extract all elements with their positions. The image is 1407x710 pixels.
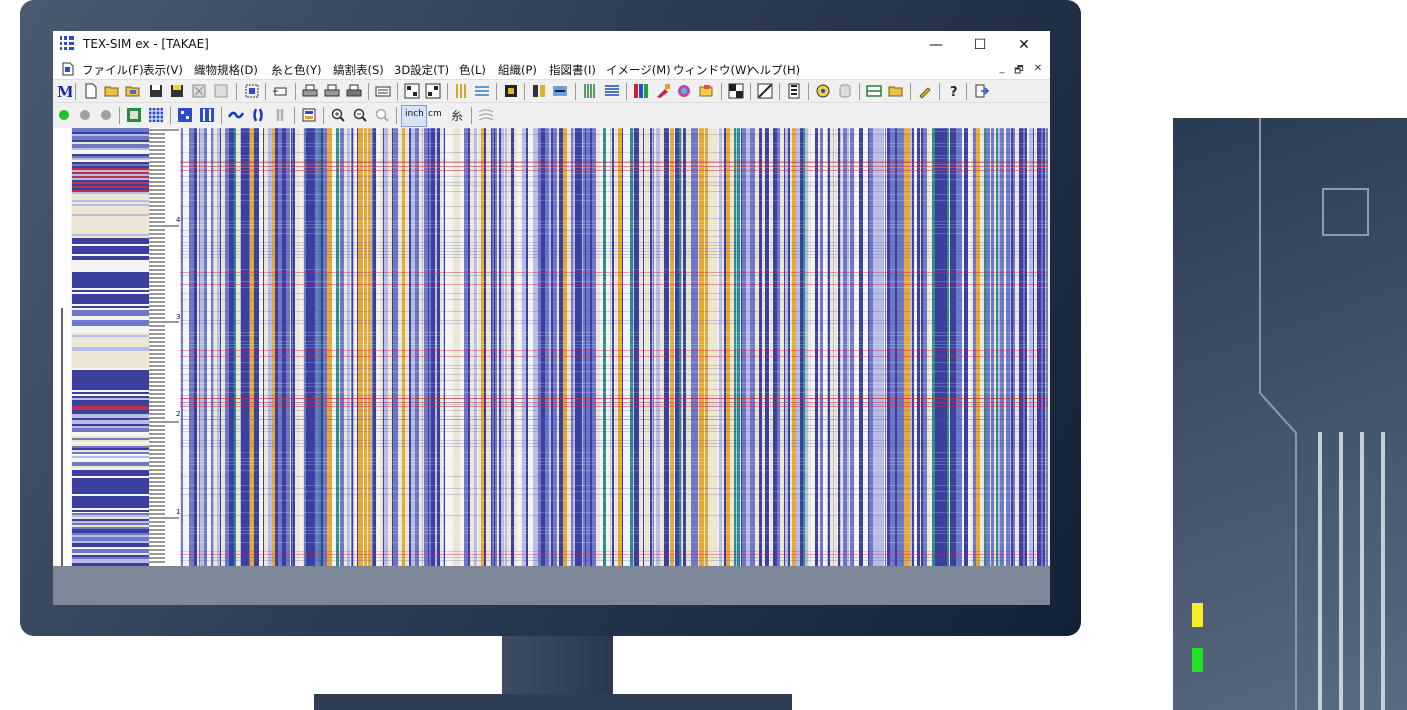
app-window: TEX-SIM ex - [TAKAE] — ☐ ✕ ファイル(F) 表示(V)…: [53, 31, 1050, 566]
maximize-button[interactable]: ☐: [958, 31, 1002, 58]
menu-help[interactable]: ヘルプ(H): [748, 62, 800, 78]
warp-stripes-icon[interactable]: [454, 83, 470, 99]
menu-stripe-table[interactable]: 縞割表(S): [333, 62, 384, 78]
stripe-pattern-icon[interactable]: [199, 107, 215, 123]
monitor-stand-base: [314, 694, 792, 710]
tower-decoration: [1259, 118, 1385, 710]
yarn-unit-button[interactable]: 糸: [451, 107, 463, 124]
render-3d-icon[interactable]: [815, 83, 831, 99]
weft-stripes-icon[interactable]: [474, 83, 490, 99]
weave-grid-icon[interactable]: [404, 83, 420, 99]
image-view-icon[interactable]: [126, 107, 142, 123]
inch-unit-label: inch: [405, 109, 424, 119]
green-status-icon[interactable]: [56, 107, 72, 123]
fabric-simulation-canvas[interactable]: [180, 128, 1048, 566]
menu-view[interactable]: 表示(V): [143, 62, 183, 78]
window-title: TEX-SIM ex - [TAKAE]: [83, 37, 209, 51]
print-setup-icon[interactable]: [346, 83, 362, 99]
help-icon[interactable]: ?: [946, 83, 962, 99]
gray-status-icon[interactable]: [77, 107, 93, 123]
close-button[interactable]: ✕: [1002, 31, 1046, 58]
pattern-icon[interactable]: [503, 83, 519, 99]
minimize-button[interactable]: —: [914, 31, 958, 58]
keyboard-icon[interactable]: [375, 83, 391, 99]
menu-3d-settings[interactable]: 3D設定(T): [394, 62, 449, 78]
color-replace-icon[interactable]: [676, 83, 692, 99]
grid-pattern-icon[interactable]: [177, 107, 193, 123]
power-led-green: [1192, 648, 1203, 672]
capture-icon[interactable]: [244, 83, 260, 99]
pencil-icon[interactable]: [917, 83, 933, 99]
main-toolbar: M ?: [53, 79, 1050, 103]
monitor-stand-neck: [502, 636, 613, 696]
close-file-icon[interactable]: [191, 83, 207, 99]
print-icon[interactable]: [302, 83, 318, 99]
checker-icon[interactable]: [728, 83, 744, 99]
braces-icon[interactable]: [250, 107, 266, 123]
cm-unit-button[interactable]: cm: [428, 109, 442, 119]
color-chart-icon[interactable]: [633, 83, 649, 99]
weave-grid-alt-icon[interactable]: [425, 83, 441, 99]
sample-icon[interactable]: [301, 107, 317, 123]
menu-window[interactable]: ウィンドウ(W): [673, 62, 751, 78]
view-toolbar: inch cm 糸: [53, 102, 1050, 129]
menu-bar: ファイル(F) 表示(V) 織物規格(D) 糸と色(Y) 縞割表(S) 3D設定…: [53, 59, 1050, 79]
satin-icon[interactable]: [786, 83, 802, 99]
open-folder-icon[interactable]: [104, 83, 120, 99]
weft-stripe-preview: [72, 128, 149, 566]
menu-color[interactable]: 色(L): [459, 62, 486, 78]
menu-instructions[interactable]: 指図書(I): [549, 62, 596, 78]
power-led-yellow: [1192, 603, 1203, 627]
document-icon[interactable]: [62, 62, 74, 76]
tex-sim-app-icon: [60, 36, 74, 50]
color-swap-icon[interactable]: [552, 83, 568, 99]
inch-unit-button[interactable]: inch: [401, 105, 427, 127]
color-box-icon[interactable]: [698, 83, 714, 99]
new-file-icon[interactable]: [83, 83, 99, 99]
svg-text:M: M: [57, 83, 72, 99]
vertical-lines-icon[interactable]: [582, 83, 598, 99]
disabled-save-icon[interactable]: [213, 83, 229, 99]
menu-image[interactable]: イメージ(M): [606, 62, 671, 78]
horizontal-lines-icon[interactable]: [604, 83, 620, 99]
open-image-icon[interactable]: [125, 83, 141, 99]
mdi-close-button[interactable]: ✕: [1030, 63, 1046, 74]
wave-icon[interactable]: [228, 107, 244, 123]
monitor-bottom-bezel: [53, 566, 1050, 605]
disabled-braces-icon[interactable]: [272, 107, 288, 123]
exit-icon[interactable]: [973, 83, 989, 99]
disabled-3d-icon[interactable]: [837, 83, 853, 99]
gray-status-alt-icon[interactable]: [98, 107, 114, 123]
menu-yarn-color[interactable]: 糸と色(Y): [271, 62, 322, 78]
disabled-wave-icon[interactable]: [478, 107, 494, 123]
menu-fabric-spec[interactable]: 織物規格(D): [194, 62, 258, 78]
vertical-ruler: [149, 128, 180, 566]
load-folder-icon[interactable]: [888, 83, 904, 99]
menu-weave[interactable]: 組織(P): [498, 62, 537, 78]
save-icon[interactable]: [148, 83, 164, 99]
zoom-reset-icon[interactable]: [374, 107, 390, 123]
twill-icon[interactable]: [757, 83, 773, 99]
print-preview-icon[interactable]: [324, 83, 340, 99]
zoom-in-icon[interactable]: [330, 107, 346, 123]
title-bar: TEX-SIM ex - [TAKAE] — ☐ ✕: [53, 31, 1050, 58]
palette-edit-icon[interactable]: [531, 83, 547, 99]
save-as-icon[interactable]: [169, 83, 185, 99]
pc-tower: [1173, 118, 1407, 710]
fabric-view-icon[interactable]: [148, 107, 164, 123]
m-logo-icon[interactable]: M: [56, 83, 72, 99]
svg-text:?: ?: [950, 85, 958, 99]
loom-icon[interactable]: [866, 83, 882, 99]
paint-brush-icon[interactable]: [655, 83, 671, 99]
mdi-minimize-button[interactable]: _: [994, 63, 1010, 74]
export-icon[interactable]: [272, 83, 288, 99]
fabric-editor: 4 3 2 1: [53, 128, 1050, 566]
mdi-restore-button[interactable]: 🗗: [1011, 63, 1027, 80]
vertical-scroll-indicator[interactable]: [61, 308, 63, 566]
menu-file[interactable]: ファイル(F): [82, 62, 144, 78]
zoom-out-icon[interactable]: [352, 107, 368, 123]
